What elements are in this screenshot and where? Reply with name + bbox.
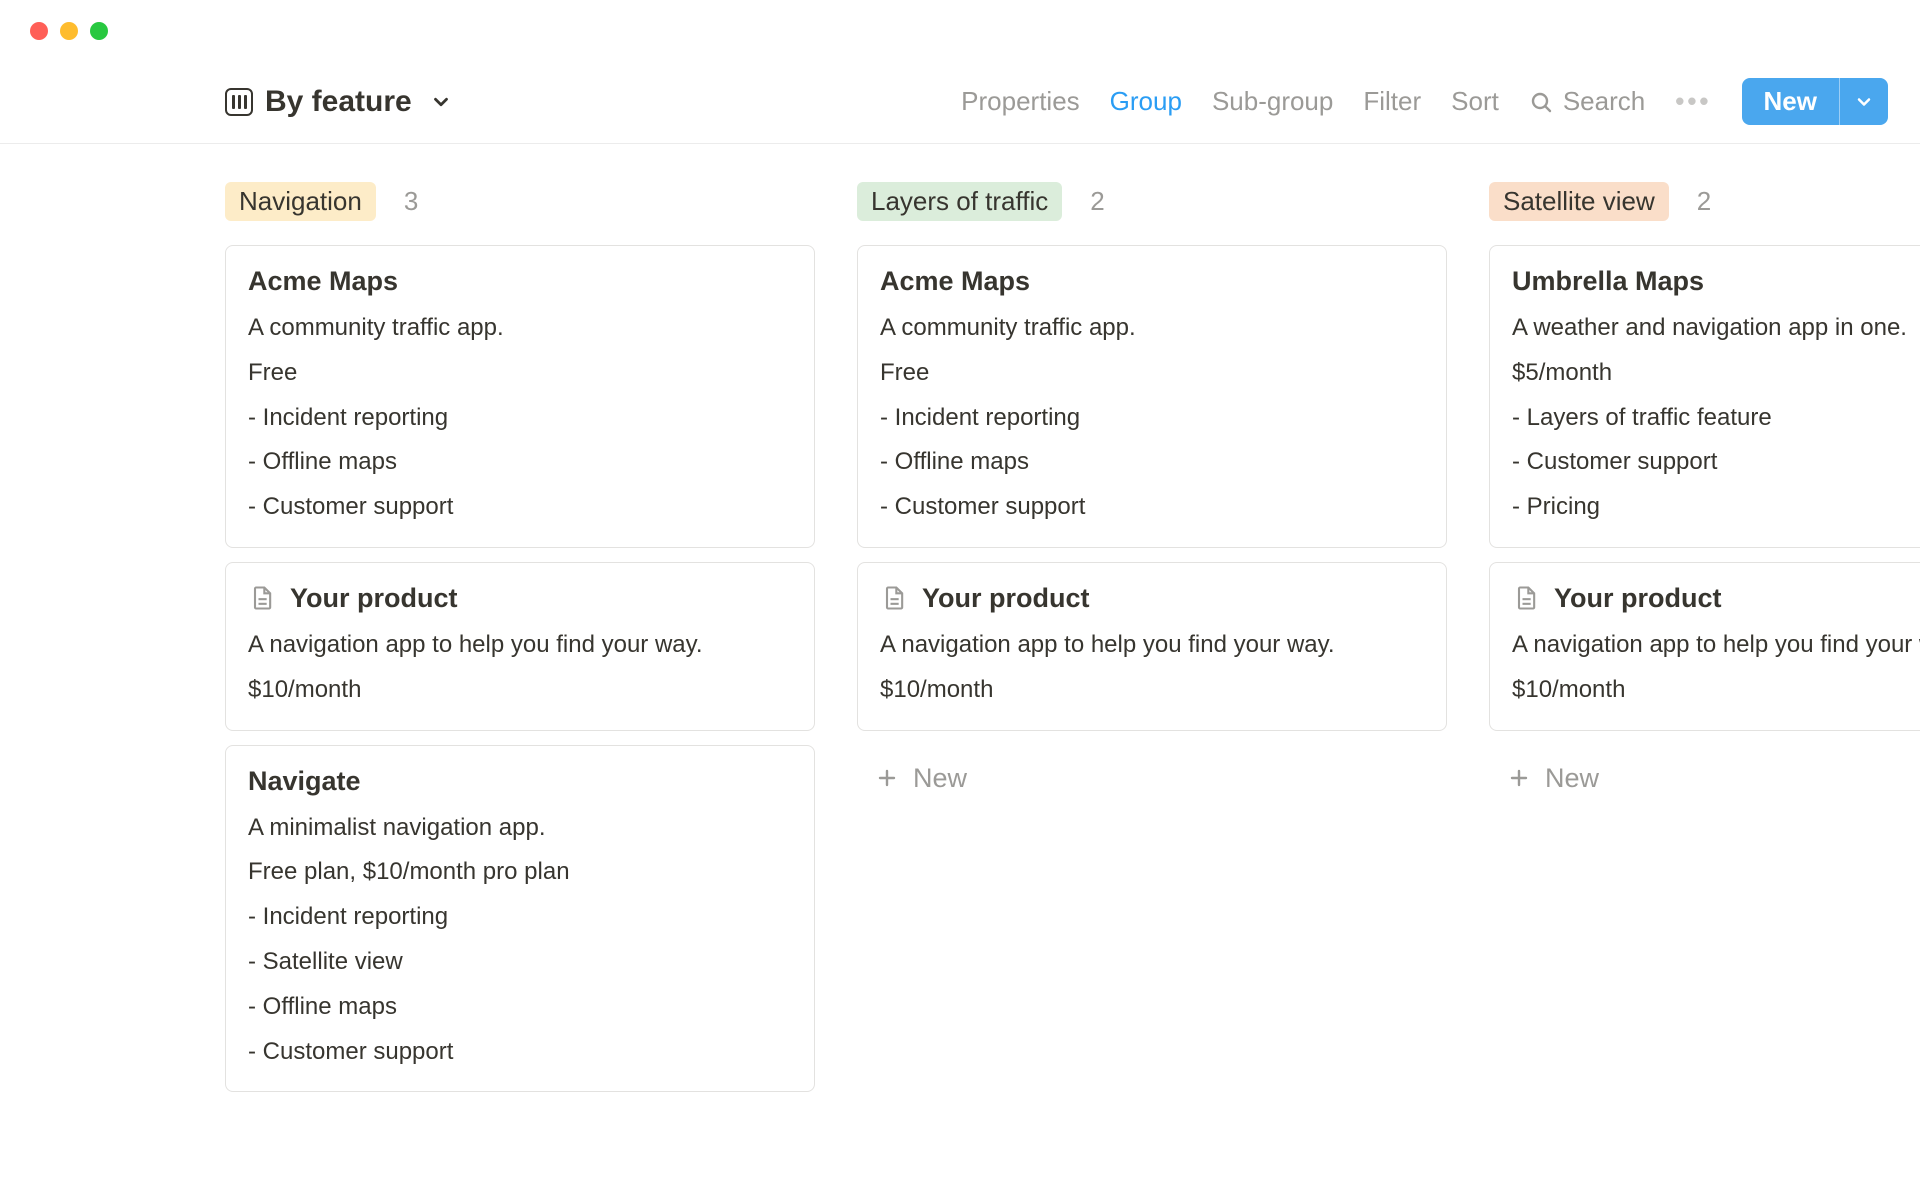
card-price: $10/month	[880, 673, 1424, 708]
search-button[interactable]: Search	[1529, 86, 1645, 117]
card-title: Navigate	[248, 766, 792, 797]
card-title-text: Your product	[922, 583, 1089, 614]
card-description: A weather and navigation app in one.	[1512, 311, 1920, 346]
card-description: A navigation app to help you find your w…	[248, 628, 792, 663]
column-count: 2	[1090, 186, 1104, 217]
window-controls	[0, 0, 1920, 40]
card-title: Your product	[248, 583, 792, 614]
column-count: 2	[1697, 186, 1711, 217]
card-title: Acme Maps	[248, 266, 792, 297]
search-label: Search	[1563, 86, 1645, 117]
view-label: By feature	[265, 85, 412, 119]
page-icon	[248, 584, 276, 612]
view-selector[interactable]: By feature	[225, 85, 452, 119]
card-title-text: Your product	[1554, 583, 1721, 614]
card-feature-item: - Incident reporting	[880, 401, 1424, 436]
card-title-text: Acme Maps	[880, 266, 1030, 297]
card-title-text: Acme Maps	[248, 266, 398, 297]
toolbar: By feature Properties Group Sub-group Fi…	[0, 40, 1920, 144]
card-feature-item: - Offline maps	[880, 445, 1424, 480]
board-column: Satellite view 2 Umbrella Maps A weather an…	[1489, 182, 1920, 1106]
search-icon	[1529, 90, 1553, 114]
chevron-down-icon	[430, 91, 452, 113]
plus-icon	[1507, 766, 1531, 790]
card-feature-item: - Customer support	[248, 490, 792, 525]
card-title: Your product	[1512, 583, 1920, 614]
column-tag[interactable]: Layers of traffic	[857, 182, 1062, 221]
window-maximize-icon[interactable]	[90, 22, 108, 40]
more-options-icon[interactable]: •••	[1675, 86, 1711, 117]
card-description: A community traffic app.	[248, 311, 792, 346]
subgroup-button[interactable]: Sub-group	[1212, 86, 1333, 117]
card-features: - Incident reporting - Satellite view - Of…	[248, 900, 792, 1069]
card-feature-item: - Incident reporting	[248, 900, 792, 935]
card-feature-item: - Offline maps	[248, 445, 792, 480]
board-card[interactable]: Your product A navigation app to help you…	[1489, 562, 1920, 731]
window-minimize-icon[interactable]	[60, 22, 78, 40]
card-title: Umbrella Maps	[1512, 266, 1920, 297]
card-title-text: Your product	[290, 583, 457, 614]
card-price: Free	[880, 356, 1424, 391]
board-column: Navigation 3 Acme Maps A community traffic …	[225, 182, 815, 1106]
window-close-icon[interactable]	[30, 22, 48, 40]
add-card-label: New	[913, 763, 967, 794]
sort-button[interactable]: Sort	[1451, 86, 1499, 117]
card-title: Your product	[880, 583, 1424, 614]
board-column: Layers of traffic 2 Acme Maps A community t…	[857, 182, 1447, 1106]
card-feature-item: - Pricing	[1512, 490, 1920, 525]
card-feature-item: - Customer support	[880, 490, 1424, 525]
new-button-dropdown[interactable]	[1839, 78, 1888, 125]
card-feature-item: - Layers of traffic feature	[1512, 401, 1920, 436]
card-features: - Layers of traffic feature - Customer su…	[1512, 401, 1920, 525]
group-button[interactable]: Group	[1110, 86, 1182, 117]
card-features: - Incident reporting - Offline maps - Cust…	[880, 401, 1424, 525]
card-feature-item: - Incident reporting	[248, 401, 792, 436]
card-description: A minimalist navigation app.	[248, 811, 792, 846]
card-title-text: Umbrella Maps	[1512, 266, 1704, 297]
board-card[interactable]: Umbrella Maps A weather and navigation ap…	[1489, 245, 1920, 548]
board-card[interactable]: Navigate A minimalist navigation app. Free…	[225, 745, 815, 1093]
filter-button[interactable]: Filter	[1363, 86, 1421, 117]
card-feature-item: - Customer support	[1512, 445, 1920, 480]
add-card-button[interactable]: New	[1489, 745, 1920, 794]
card-price: $10/month	[1512, 673, 1920, 708]
card-description: A community traffic app.	[880, 311, 1424, 346]
card-price: $5/month	[1512, 356, 1920, 391]
card-features: - Incident reporting - Offline maps - Cust…	[248, 401, 792, 525]
column-tag[interactable]: Satellite view	[1489, 182, 1669, 221]
page-icon	[1512, 584, 1540, 612]
card-description: A navigation app to help you find your w…	[880, 628, 1424, 663]
column-count: 3	[404, 186, 418, 217]
new-button[interactable]: New	[1742, 78, 1888, 125]
column-header: Layers of traffic 2	[857, 182, 1447, 221]
properties-button[interactable]: Properties	[961, 86, 1080, 117]
card-title: Acme Maps	[880, 266, 1424, 297]
card-description: A navigation app to help you find your w…	[1512, 628, 1920, 663]
column-tag[interactable]: Navigation	[225, 182, 376, 221]
card-price: $10/month	[248, 673, 792, 708]
new-button-label: New	[1742, 78, 1839, 125]
column-header: Navigation 3	[225, 182, 815, 221]
card-price: Free plan, $10/month pro plan	[248, 855, 792, 890]
add-card-button[interactable]: New	[857, 745, 1447, 794]
board-card[interactable]: Your product A navigation app to help you…	[225, 562, 815, 731]
card-feature-item: - Offline maps	[248, 990, 792, 1025]
card-feature-item: - Satellite view	[248, 945, 792, 980]
card-feature-item: - Customer support	[248, 1035, 792, 1070]
add-card-label: New	[1545, 763, 1599, 794]
column-header: Satellite view 2	[1489, 182, 1920, 221]
board: Navigation 3 Acme Maps A community traffic …	[0, 144, 1920, 1106]
card-title-text: Navigate	[248, 766, 361, 797]
toolbar-actions: Properties Group Sub-group Filter Sort S…	[961, 78, 1888, 125]
plus-icon	[875, 766, 899, 790]
board-view-icon	[225, 88, 253, 116]
card-price: Free	[248, 356, 792, 391]
board-card[interactable]: Acme Maps A community traffic app. Free - I…	[857, 245, 1447, 548]
board-card[interactable]: Your product A navigation app to help you…	[857, 562, 1447, 731]
page-icon	[880, 584, 908, 612]
board-card[interactable]: Acme Maps A community traffic app. Free - I…	[225, 245, 815, 548]
